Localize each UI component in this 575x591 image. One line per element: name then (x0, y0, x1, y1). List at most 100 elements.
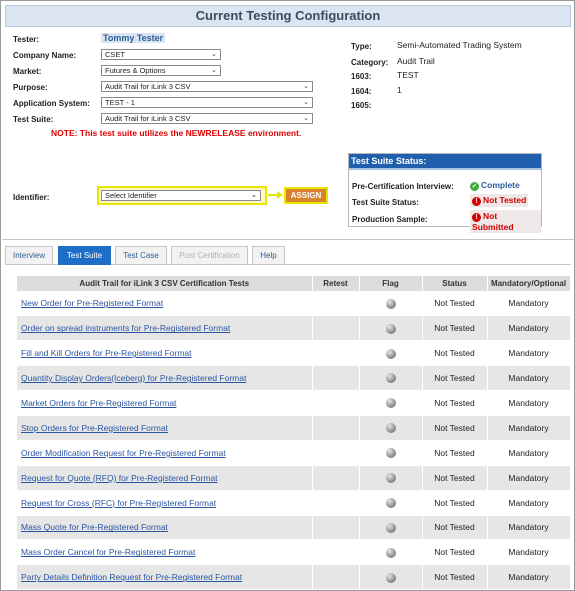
market-label: Market: (13, 67, 42, 76)
test-name-cell: Market Orders for Pre-Registered Format (17, 390, 313, 416)
table-row: Mass Quote for Pre-Registered Format Not… (17, 515, 571, 541)
status-panel-title: Test Suite Status: (349, 154, 541, 168)
mandatory-cell: Mandatory (487, 440, 571, 466)
tests-table: Audit Trail for iLink 3 CSV Certificatio… (17, 276, 571, 591)
retest-cell (312, 564, 360, 591)
table-row: Quantity Display Orders(Iceberg) for Pre… (17, 365, 571, 392)
test-link[interactable]: Mass Quote for Pre-Registered Format (21, 522, 168, 532)
flag-icon[interactable] (385, 473, 396, 484)
chevron-down-icon: ⌄ (211, 51, 217, 58)
flag-cell (359, 465, 423, 491)
mandatory-cell: Mandatory (487, 340, 571, 367)
mandatory-cell: Mandatory (487, 539, 571, 566)
purpose-select[interactable]: Audit Trail for iLink 3 CSV ⌄ (101, 81, 313, 92)
test-link[interactable]: Request for Quote (RFQ) for Pre-Register… (21, 473, 218, 483)
test-name-cell: Request for Quote (RFQ) for Pre-Register… (17, 465, 313, 491)
test-name-cell: Order on spread instruments for Pre-Regi… (17, 315, 313, 342)
page-title: Current Testing Configuration (5, 5, 571, 27)
retest-cell (312, 490, 360, 516)
status-cell: Not Tested (422, 315, 488, 342)
retest-cell (312, 465, 360, 491)
market-select[interactable]: Futures & Options ⌄ (101, 65, 221, 76)
retest-cell (312, 291, 360, 317)
tab-help[interactable]: Help (252, 246, 285, 265)
company-select[interactable]: CSET ⌄ (101, 49, 221, 60)
type-value: Semi-Automated Trading System (397, 40, 522, 50)
flag-cell (359, 390, 423, 416)
flag-cell (359, 539, 423, 566)
type-label: Type: (351, 42, 372, 51)
retest-cell (312, 365, 360, 392)
test-suite-select-value: Audit Trail for iLink 3 CSV (105, 114, 191, 123)
flag-cell (359, 564, 423, 591)
table-row: Order on spread instruments for Pre-Regi… (17, 315, 571, 342)
status-cell: Not Tested (422, 440, 488, 466)
flag-icon[interactable] (385, 522, 396, 533)
flag-icon[interactable] (385, 323, 396, 334)
mandatory-cell: Mandatory (487, 365, 571, 392)
app-system-select[interactable]: TEST - 1 ⌄ (101, 97, 313, 108)
retest-cell (312, 440, 360, 466)
app-system-select-value: TEST - 1 (105, 98, 135, 107)
mandatory-cell: Mandatory (487, 564, 571, 591)
test-link[interactable]: Order on spread instruments for Pre-Regi… (21, 323, 230, 333)
flag-icon[interactable] (385, 423, 396, 434)
test-link[interactable]: Quantity Display Orders(Iceberg) for Pre… (21, 373, 246, 383)
retest-cell (312, 315, 360, 342)
flag-cell (359, 490, 423, 516)
identifier-select[interactable]: Select Identifier ⌄ (101, 190, 261, 201)
flag-icon[interactable] (385, 547, 396, 558)
table-row: Request for Cross (RFC) for Pre-Register… (17, 490, 571, 516)
mandatory-cell: Mandatory (487, 515, 571, 541)
test-link[interactable]: Stop Orders for Pre-Registered Format (21, 423, 168, 433)
test-link[interactable]: Party Details Definition Request for Pre… (21, 572, 242, 582)
table-row: Mass Order Cancel for Pre-Registered For… (17, 539, 571, 566)
identifier-select-value: Select Identifier (105, 191, 157, 200)
status-cell: Not Tested (422, 390, 488, 416)
field-1603-label: 1603: (351, 72, 372, 81)
assign-button[interactable]: ASSIGN (284, 187, 328, 204)
flag-icon[interactable] (385, 448, 396, 459)
tab-test-suite[interactable]: Test Suite (58, 246, 111, 265)
status-cell: Not Tested (422, 365, 488, 392)
test-name-cell: Order Modification Request for Pre-Regis… (17, 440, 313, 466)
field-1603-value: TEST (397, 70, 419, 80)
flag-cell (359, 515, 423, 541)
company-select-value: CSET (105, 50, 126, 59)
test-suite-status-panel: Test Suite Status: Pre-Certification Int… (348, 153, 542, 233)
category-label: Category: (351, 58, 389, 67)
flag-cell (359, 291, 423, 317)
tab-interview[interactable]: Interview (5, 246, 53, 265)
alert-circle-icon: ! (472, 213, 481, 222)
retest-cell (312, 515, 360, 541)
column-header-retest: Retest (312, 276, 360, 291)
purpose-label: Purpose: (13, 83, 48, 92)
production-status: ! Not Submitted (470, 210, 541, 233)
flag-icon[interactable] (385, 298, 396, 309)
suite-status-text: Not Tested (483, 195, 527, 205)
test-link[interactable]: Request for Cross (RFC) for Pre-Register… (21, 498, 216, 508)
field-1605-label: 1605: (351, 101, 372, 110)
test-link[interactable]: Mass Order Cancel for Pre-Registered For… (21, 547, 195, 557)
alert-circle-icon: ! (472, 197, 481, 206)
test-link[interactable]: Market Orders for Pre-Registered Format (21, 398, 176, 408)
test-link[interactable]: Order Modification Request for Pre-Regis… (21, 448, 226, 458)
flag-icon[interactable] (385, 398, 396, 409)
test-name-cell: Quantity Display Orders(Iceberg) for Pre… (17, 365, 313, 392)
table-row: Stop Orders for Pre-Registered Format No… (17, 415, 571, 441)
test-link[interactable]: Fill and Kill Orders for Pre-Registered … (21, 348, 192, 358)
mandatory-cell: Mandatory (487, 291, 571, 317)
column-header-mandatory: Mandatory/Optional (487, 276, 571, 291)
tab-test-case[interactable]: Test Case (115, 246, 167, 265)
table-header-row: Audit Trail for iLink 3 CSV Certificatio… (17, 276, 571, 291)
arrow-right-icon (268, 191, 283, 199)
flag-icon[interactable] (385, 348, 396, 359)
flag-icon[interactable] (385, 572, 396, 583)
test-suite-select[interactable]: Audit Trail for iLink 3 CSV ⌄ (101, 113, 313, 124)
status-cell: Not Tested (422, 515, 488, 541)
mandatory-cell: Mandatory (487, 315, 571, 342)
mandatory-cell: Mandatory (487, 465, 571, 491)
test-link[interactable]: New Order for Pre-Registered Format (21, 298, 163, 308)
flag-icon[interactable] (385, 497, 396, 508)
flag-icon[interactable] (385, 373, 396, 384)
